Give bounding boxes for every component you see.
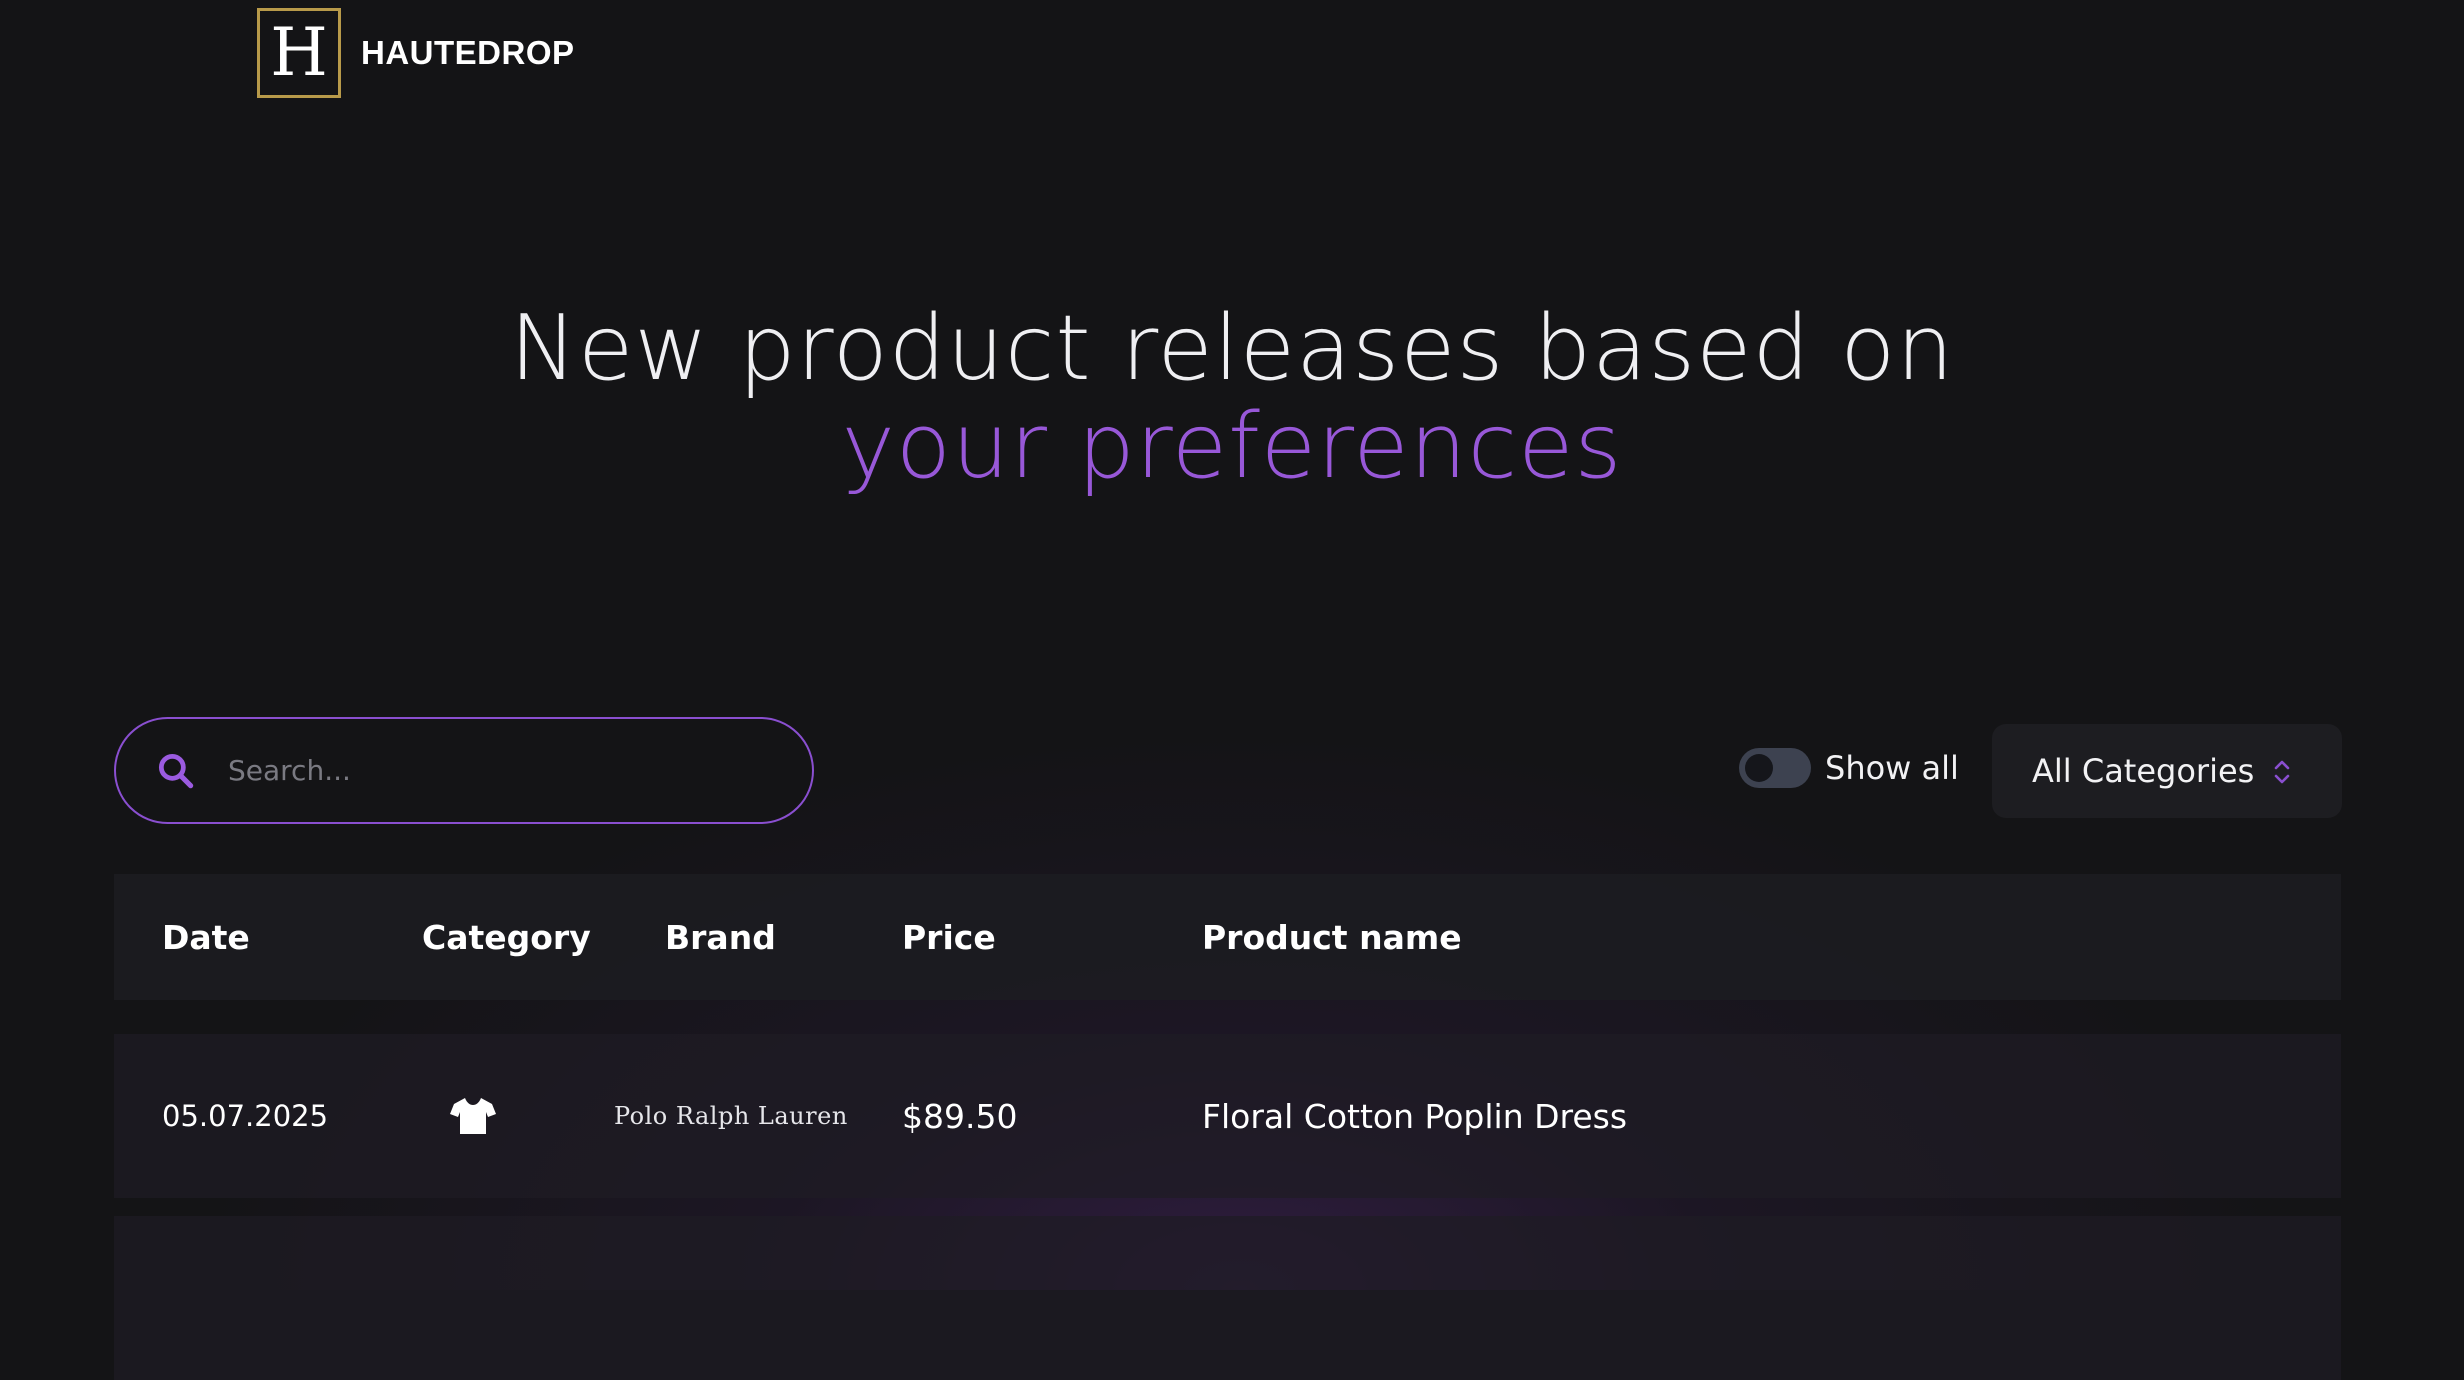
row-price: $89.50 — [902, 1096, 1018, 1136]
column-header-price[interactable]: Price — [902, 874, 996, 1000]
column-header-category[interactable]: Category — [422, 874, 591, 1000]
chevron-up-down-icon — [2274, 760, 2290, 784]
hero-heading: New product releases based on your prefe… — [0, 300, 2464, 496]
page: H HAUTEDROP New product releases based o… — [0, 0, 2464, 1380]
row-date: 05.07.2025 — [162, 1099, 329, 1133]
hero-title-line-1: New product releases based on — [509, 296, 1955, 401]
category-select-value: All Categories — [2032, 752, 2255, 790]
table-row[interactable]: 05.07.2025 Polo Ralph Lauren $89.50 Flor… — [114, 1034, 2341, 1198]
show-all-toggle[interactable] — [1739, 748, 1811, 788]
search-icon — [158, 753, 194, 788]
hero-title-highlight: your preferences — [841, 394, 1623, 499]
show-all-toggle-group[interactable]: Show all — [1739, 748, 1959, 788]
search-input[interactable] — [226, 753, 750, 788]
table-row[interactable] — [114, 1216, 2341, 1380]
column-header-brand[interactable]: Brand — [665, 874, 776, 1000]
column-header-date[interactable]: Date — [162, 874, 250, 1000]
search-box[interactable] — [114, 717, 814, 824]
toggle-knob — [1745, 754, 1773, 782]
row-product-name[interactable]: Floral Cotton Poplin Dress — [1202, 1034, 1627, 1198]
category-select[interactable]: All Categories — [1992, 724, 2342, 818]
table-header: Date Category Brand Price Product name — [114, 874, 2341, 1000]
brand-name: HAUTEDROP — [361, 34, 575, 71]
brand-logo[interactable]: H HAUTEDROP — [257, 8, 575, 98]
show-all-label: Show all — [1825, 749, 1959, 787]
brand-logo-text: Polo Ralph Lauren — [614, 1102, 848, 1130]
column-header-product-name[interactable]: Product name — [1202, 874, 1462, 1000]
row-category — [450, 1034, 496, 1198]
logo-mark: H — [257, 8, 341, 98]
row-brand: Polo Ralph Lauren — [614, 1034, 848, 1198]
tshirt-icon — [450, 1098, 496, 1134]
